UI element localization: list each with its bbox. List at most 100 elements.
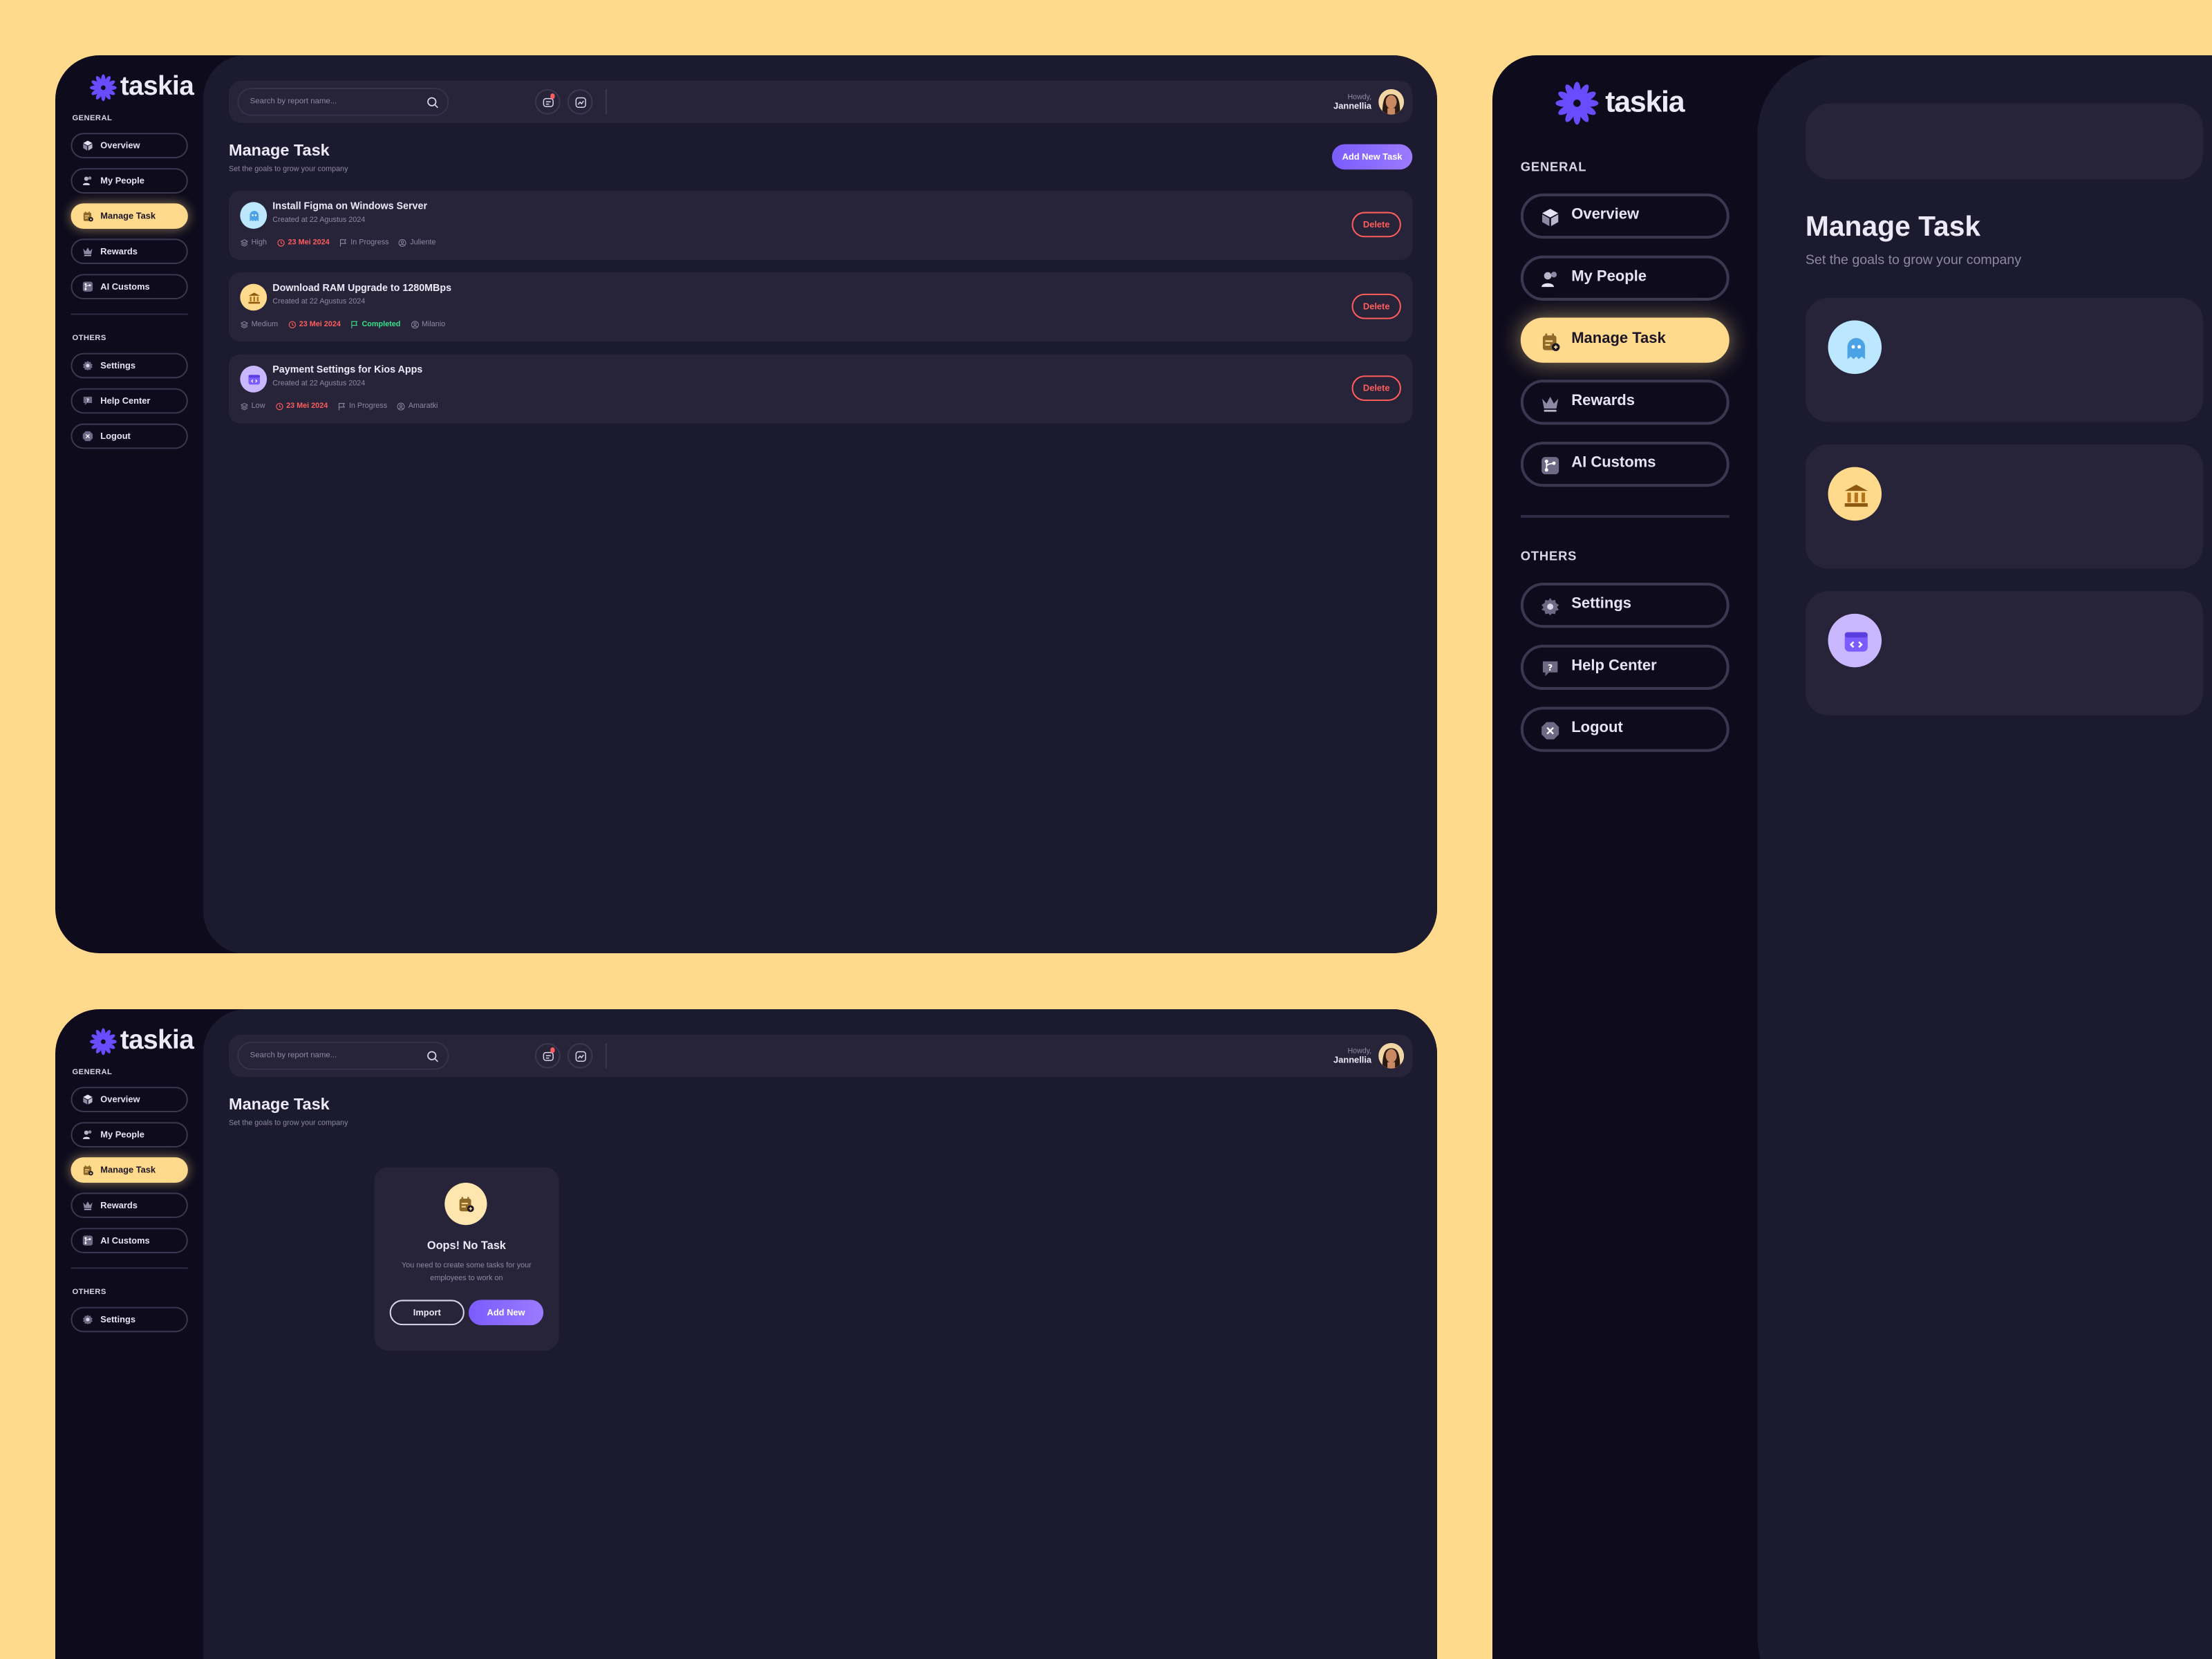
- general-section-label: GENERAL: [1520, 159, 1587, 174]
- sidebar-item-my-people[interactable]: My People: [71, 1122, 188, 1147]
- sidebar-item-ai-customs[interactable]: AI Customs: [71, 1228, 188, 1254]
- search-input[interactable]: Search by report name...: [237, 87, 449, 116]
- sidebar-item-my-people[interactable]: My People: [1520, 255, 1730, 301]
- sidebar-item-ai-customs[interactable]: AI Customs: [71, 274, 188, 300]
- avatar[interactable]: [1378, 1042, 1405, 1069]
- sidebar: taskia GENERAL Overview My People Manage…: [55, 55, 210, 953]
- logo: taskia: [89, 1026, 194, 1057]
- sidebar-divider: [71, 313, 188, 315]
- code-window-icon: [240, 365, 268, 393]
- logout-icon: [82, 431, 93, 442]
- sidebar-item-help-center[interactable]: Help Center: [1520, 644, 1730, 690]
- brand-name: taskia: [120, 72, 194, 102]
- others-section-label: OTHERS: [72, 335, 106, 344]
- calendar-task-icon: [444, 1183, 487, 1226]
- sidebar-item-rewards[interactable]: Rewards: [71, 1192, 188, 1219]
- sidebar-item-logout[interactable]: Logout: [71, 423, 188, 449]
- empty-state-text: You need to create some tasks for your e…: [402, 1262, 532, 1283]
- sidebar-item-overview[interactable]: Overview: [1520, 193, 1730, 239]
- task-card[interactable]: Download RAM Upgrade to 1280MBps Created…: [229, 272, 1413, 342]
- sidebar-item-rewards[interactable]: Rewards: [71, 238, 188, 265]
- sidebar-divider: [71, 1267, 188, 1269]
- task-due-date: 23 Mei 2024: [288, 238, 330, 247]
- brand-name: taskia: [1605, 86, 1685, 120]
- people-icon: [82, 1129, 93, 1140]
- avatar[interactable]: [1378, 88, 1405, 115]
- priority-stack-icon: [240, 321, 248, 329]
- user-menu[interactable]: Howdy, Jannellia: [1333, 88, 1405, 115]
- chart-icon: [574, 95, 586, 108]
- analytics-button[interactable]: [567, 88, 593, 115]
- search-icon[interactable]: [427, 95, 439, 108]
- flower-logo-icon: [1555, 81, 1600, 126]
- sidebar-item-settings[interactable]: Settings: [71, 353, 188, 379]
- sidebar-item-my-people[interactable]: My People: [71, 168, 188, 194]
- task-card: [1805, 591, 2204, 715]
- flag-icon: [350, 321, 359, 329]
- page-title: Manage Task: [229, 1096, 330, 1114]
- empty-state-card: Oops! No Task You need to create some ta…: [374, 1167, 559, 1351]
- delete-button[interactable]: Delete: [1351, 212, 1401, 238]
- gear-icon: [82, 1314, 93, 1325]
- greeting: Howdy,: [1347, 1047, 1372, 1056]
- search-icon[interactable]: [427, 1049, 439, 1062]
- ghost-icon: [240, 202, 268, 229]
- bank-icon: [240, 283, 268, 311]
- import-button[interactable]: Import: [389, 1300, 465, 1326]
- inbox-button[interactable]: [534, 88, 561, 115]
- calendar-task-icon: [82, 210, 93, 221]
- delete-button[interactable]: Delete: [1351, 375, 1401, 401]
- sidebar-item-manage-task[interactable]: Manage Task: [71, 203, 188, 229]
- flag-icon: [338, 402, 346, 411]
- chart-icon: [574, 1049, 586, 1062]
- user-name: Jannellia: [1333, 1055, 1372, 1065]
- brand-name: taskia: [120, 1026, 194, 1056]
- sidebar-item-logout[interactable]: Logout: [1520, 706, 1730, 752]
- sidebar-item-ai-customs[interactable]: AI Customs: [1520, 441, 1730, 487]
- flower-logo-icon: [89, 1028, 118, 1056]
- sidebar-item-overview[interactable]: Overview: [71, 1087, 188, 1112]
- task-status: In Progress: [348, 402, 388, 411]
- task-title: Install Figma on Windows Server: [272, 202, 428, 212]
- branch-icon: [1540, 454, 1560, 474]
- notification-dot: [550, 93, 555, 99]
- sidebar-item-help-center[interactable]: Help Center: [71, 388, 188, 414]
- main-panel-peek: Manage Task Set the goals to grow your c…: [1757, 55, 2212, 1659]
- topbar-divider: [605, 88, 607, 115]
- task-list-screen: taskia GENERAL Overview My People Manage…: [55, 55, 1437, 953]
- topbar: Search by report name... Howdy, Jannellia: [229, 1034, 1413, 1077]
- topbar: Search by report name... Howdy, Jannellia: [229, 80, 1413, 123]
- task-due-date: 23 Mei 2024: [286, 402, 328, 411]
- analytics-button[interactable]: [567, 1042, 593, 1069]
- task-due-date: 23 Mei 2024: [299, 320, 341, 329]
- task-card[interactable]: Payment Settings for Kios Apps Created a…: [229, 354, 1413, 424]
- sidebar-item-settings[interactable]: Settings: [1520, 582, 1730, 628]
- task-card[interactable]: Install Figma on Windows Server Created …: [229, 190, 1413, 260]
- search-input[interactable]: Search by report name...: [237, 1041, 449, 1070]
- task-meta: Low 23 Mei 2024 In Progress Amaratki: [240, 402, 438, 411]
- add-new-task-button[interactable]: Add New Task: [1331, 144, 1413, 170]
- topbar-divider: [605, 1042, 607, 1069]
- task-priority: Low: [251, 402, 265, 411]
- delete-button[interactable]: Delete: [1351, 293, 1401, 319]
- sidebar-item-manage-task[interactable]: Manage Task: [1520, 317, 1730, 363]
- logout-icon: [1540, 720, 1560, 740]
- user-menu[interactable]: Howdy, Jannellia: [1333, 1042, 1405, 1069]
- task-meta: Medium 23 Mei 2024 Completed Milanio: [240, 320, 445, 329]
- inbox-button[interactable]: [534, 1042, 561, 1069]
- sidebar-item-settings[interactable]: Settings: [71, 1306, 188, 1333]
- task-status: In Progress: [350, 238, 389, 247]
- add-new-button[interactable]: Add New: [468, 1300, 544, 1326]
- clock-icon: [276, 238, 285, 247]
- others-section-label: OTHERS: [72, 1288, 106, 1297]
- calendar-task-icon: [1540, 330, 1560, 350]
- sidebar-item-overview[interactable]: Overview: [71, 133, 188, 158]
- sidebar-item-rewards[interactable]: Rewards: [1520, 379, 1730, 425]
- task-title: Payment Settings for Kios Apps: [272, 365, 423, 376]
- code-window-icon: [1828, 613, 1882, 668]
- zoomed-sidebar-screen: taskia GENERAL Overview My People Manage…: [1492, 55, 2212, 1659]
- sidebar-item-manage-task[interactable]: Manage Task: [71, 1157, 188, 1183]
- user-circle-icon: [399, 238, 407, 247]
- priority-stack-icon: [240, 238, 248, 247]
- ghost-icon: [1828, 320, 1882, 375]
